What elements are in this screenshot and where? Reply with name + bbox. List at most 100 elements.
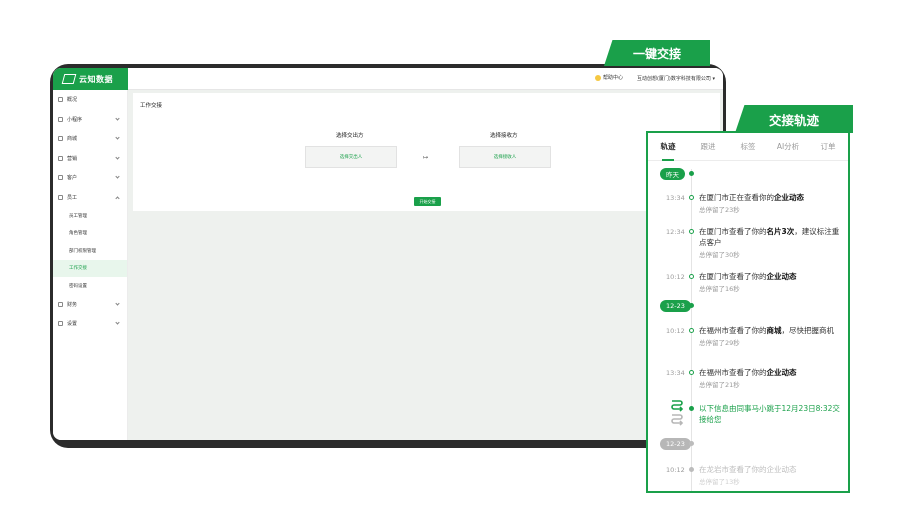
sidebar-subitem-work-handover[interactable]: 工作交接: [53, 259, 127, 277]
entry-duration: 总停留了30秒: [699, 251, 740, 259]
sidebar-item-settings[interactable]: 设置: [53, 314, 127, 334]
chevron-down-icon: [115, 154, 120, 160]
group-label-yesterday: 昨天: [660, 168, 685, 180]
entry-time: 10:12: [666, 327, 685, 335]
tab-ai-analysis[interactable]: AI分析: [768, 133, 808, 160]
to-label: 选择接收方: [490, 133, 518, 139]
select-from-person[interactable]: 选择交出人: [305, 146, 397, 168]
chevron-down-icon: [115, 320, 120, 325]
page-title: 工作交接: [140, 103, 163, 109]
tab-track[interactable]: 轨迹: [648, 133, 688, 161]
entry-duration: 总停留了13秒: [699, 478, 740, 486]
track-entry: 在福州市查看了你的商城，尽快把握商机 总停留了29秒: [699, 325, 844, 347]
entry-duration: 总停留了21秒: [699, 381, 740, 389]
callout-one-click-handover: 一键交接: [604, 40, 710, 66]
group-label-date: 12-23: [660, 438, 691, 450]
sidebar-item-customer[interactable]: 客户: [53, 168, 127, 188]
track-tabs: 轨迹 跟进 标签 AI分析 订单: [648, 133, 848, 161]
from-label: 选择交出方: [336, 133, 364, 139]
sidebar: 概况 小程序 商城 营销 客户 员工 员工管理 角色管理 部门权限管理 工作交接…: [53, 90, 128, 440]
sidebar-item-finance[interactable]: 财务: [53, 295, 127, 315]
app-screen: 云知数据 帮助中心 互动创想(厦门)数字科技有限公司 ▾ 概况 小程序 商城 营…: [53, 68, 723, 440]
timeline-dot: [689, 328, 694, 333]
help-label: 帮助中心: [602, 75, 623, 81]
logo-icon: [61, 74, 77, 84]
timeline-dot: [689, 370, 694, 375]
sidebar-item-staff[interactable]: 员工: [53, 188, 127, 208]
entry-text: 在福州市查看了你的: [699, 368, 767, 377]
logo-text: 云知数据: [79, 74, 113, 84]
chevron-down-icon: [115, 300, 120, 306]
entry-highlight: 企业动态: [766, 272, 797, 281]
gear-icon: [58, 321, 63, 327]
entry-text: 在厦门市查看了你的: [699, 227, 767, 236]
tab-orders[interactable]: 订单: [808, 133, 848, 160]
timeline-dot: [689, 274, 694, 279]
sidebar-subitem-role-management[interactable]: 角色管理: [53, 225, 127, 243]
tab-followup[interactable]: 跟进: [688, 133, 728, 160]
mall-icon: [58, 136, 63, 142]
sidebar-subitem-password-settings[interactable]: 密码设置: [53, 277, 127, 295]
callout-handover-track: 交接轨迹: [735, 105, 853, 133]
sidebar-subitem-department-permissions[interactable]: 部门权限管理: [53, 242, 127, 260]
track-entry: 在福州市查看了你的企业动态 总停留了21秒: [699, 367, 844, 389]
finance-icon: [58, 301, 63, 307]
handover-panel: 工作交接 选择交出方 选择交出人 ↦ 选择接收方 选择接收人 开始交接: [133, 93, 720, 211]
sidebar-item-label: 员工: [67, 194, 78, 201]
help-icon: [594, 74, 601, 81]
handover-note: 以下信息由同事马小跳于12月23日8:32交接给您: [699, 403, 844, 425]
staff-icon: [58, 194, 63, 200]
track-entry: 在厦门市查看了你的名片3次，建议标注重点客户 总停留了30秒: [699, 226, 844, 259]
timeline-dot: [689, 406, 694, 411]
track-entry: 在厦门市正在查看你的企业动态 总停留了23秒: [699, 192, 844, 214]
track-entry: 在龙岩市查看了你的企业动态 总停留了13秒: [699, 464, 844, 486]
company-switcher[interactable]: 互动创想(厦门)数字科技有限公司 ▾: [637, 75, 715, 82]
entry-duration: 总停留了29秒: [699, 339, 740, 347]
marketing-icon: [58, 155, 63, 161]
entry-text-tail: ，尽快把握商机: [781, 326, 835, 335]
sidebar-item-mall[interactable]: 商城: [53, 129, 127, 149]
group-label-date: 12-23: [660, 300, 691, 312]
sidebar-item-label: 营销: [67, 155, 78, 162]
entry-highlight: 企业动态: [774, 193, 804, 202]
entry-text: 在厦门市正在查看你的: [699, 193, 774, 202]
timeline-dot: [689, 171, 694, 176]
chevron-up-icon: [115, 195, 120, 201]
entry-time: 10:12: [666, 466, 685, 474]
sidebar-item-label: 客户: [67, 175, 78, 182]
chevron-down-icon: [115, 135, 120, 140]
timeline-dot: [689, 467, 694, 472]
chevron-down-icon: [115, 174, 120, 179]
entry-highlight: 企业动态: [766, 368, 797, 377]
top-bar: 云知数据 帮助中心 互动创想(厦门)数字科技有限公司 ▾: [53, 68, 723, 90]
sidebar-item-label: 商城: [67, 136, 78, 143]
entry-duration: 总停留了16秒: [699, 285, 740, 293]
select-to-person[interactable]: 选择接收人: [459, 146, 551, 168]
sidebar-item-label: 财务: [67, 301, 78, 308]
entry-duration: 总停留了23秒: [699, 206, 740, 214]
sidebar-subitem-staff-management[interactable]: 员工管理: [53, 207, 127, 225]
timeline-dot: [689, 303, 694, 308]
tab-tags[interactable]: 标签: [728, 133, 768, 160]
timeline-dot: [689, 441, 694, 446]
app-logo[interactable]: 云知数据: [53, 68, 128, 90]
entry-text: 在福州市查看了你的: [699, 326, 767, 335]
sidebar-item-label: 设置: [67, 321, 78, 328]
stage: 云知数据 帮助中心 互动创想(厦门)数字科技有限公司 ▾ 概况 小程序 商城 营…: [0, 0, 900, 529]
sidebar-item-marketing[interactable]: 营销: [53, 149, 127, 169]
entry-time: 12:34: [666, 228, 685, 236]
entry-text: 在龙岩市查看了你的企业动态: [699, 465, 797, 474]
sidebar-item-overview[interactable]: 概况: [53, 90, 127, 110]
help-center-link[interactable]: 帮助中心: [594, 74, 623, 81]
start-handover-button[interactable]: 开始交接: [414, 197, 441, 206]
sidebar-item-label: 小程序: [67, 116, 83, 123]
entry-time: 13:34: [666, 369, 685, 377]
miniprogram-icon: [58, 116, 63, 122]
sidebar-item-miniprogram[interactable]: 小程序: [53, 110, 127, 130]
entry-time: 10:12: [666, 273, 685, 281]
home-icon: [58, 97, 63, 103]
handover-note-text: 以下信息由同事马小跳于12月23日8:32交接给您: [699, 404, 840, 424]
chevron-down-icon: [115, 115, 120, 121]
transfer-arrow-icon: ↦: [423, 154, 429, 161]
customer-icon: [58, 175, 63, 181]
